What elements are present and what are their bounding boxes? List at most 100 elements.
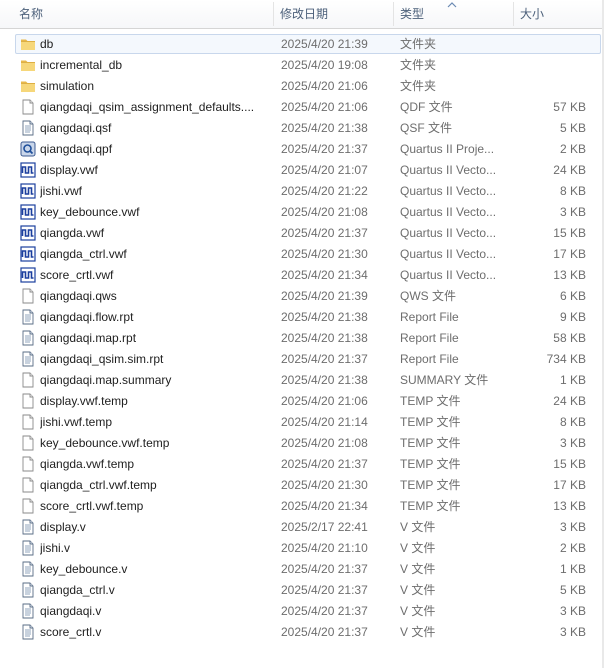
column-divider[interactable]	[513, 2, 514, 26]
column-divider[interactable]	[273, 2, 274, 26]
file-type: QWS 文件	[400, 289, 456, 303]
file-modified-date: 2025/4/20 21:37	[281, 352, 368, 366]
file-name: jishi.vwf	[40, 184, 83, 198]
file-name: qiangdaqi.qws	[40, 289, 117, 303]
file-size	[514, 76, 586, 97]
file-modified-date: 2025/4/20 21:38	[281, 331, 368, 345]
column-type-header[interactable]: 类型	[400, 0, 424, 28]
blank-file-icon	[20, 456, 36, 472]
file-size: 13 KB	[553, 268, 586, 282]
file-row[interactable]: incremental_db 2025/4/20 19:08 文件夹	[0, 55, 604, 76]
file-type: V 文件	[400, 541, 436, 555]
file-row[interactable]: simulation 2025/4/20 21:06 文件夹	[0, 76, 604, 97]
text-file-icon	[20, 309, 36, 325]
file-row[interactable]: jishi.vwf.temp 2025/4/20 21:14 TEMP 文件 8 KB	[0, 412, 604, 433]
file-name: qiangdaqi.qsf	[40, 121, 112, 135]
file-type: TEMP 文件	[400, 415, 461, 429]
file-name: score_crtl.v	[40, 625, 102, 639]
file-size	[514, 34, 586, 55]
file-size: 1 KB	[559, 373, 586, 387]
file-row[interactable]: qiangdaqi.qsf 2025/4/20 21:38 QSF 文件 5 KB	[0, 118, 604, 139]
file-row[interactable]: qiangdaqi_qsim_assignment_defaults.... 20…	[0, 97, 604, 118]
file-row[interactable]: qiangda_ctrl.v 2025/4/20 21:37 V 文件 5 KB	[0, 580, 604, 601]
file-type: TEMP 文件	[400, 436, 461, 450]
file-row[interactable]: jishi.v 2025/4/20 21:10 V 文件 2 KB	[0, 538, 604, 559]
file-row[interactable]: score_crtl.v 2025/4/20 21:37 V 文件 3 KB	[0, 622, 604, 643]
text-file-icon	[20, 351, 36, 367]
file-name: display.vwf.temp	[40, 394, 128, 408]
blank-file-icon	[20, 435, 36, 451]
file-size: 1 KB	[559, 562, 586, 576]
file-size: 24 KB	[553, 394, 586, 408]
file-row[interactable]: db 2025/4/20 21:39 文件夹	[0, 34, 604, 55]
file-name: qiangdaqi.qpf	[40, 142, 113, 156]
file-row[interactable]: qiangdaqi.map.rpt 2025/4/20 21:38 Report F…	[0, 328, 604, 349]
file-row[interactable]: qiangda_ctrl.vwf.temp 2025/4/20 21:30 TEMP…	[0, 475, 604, 496]
file-row[interactable]: qiangdaqi.qws 2025/4/20 21:39 QWS 文件 6 KB	[0, 286, 604, 307]
column-date-header[interactable]: 修改日期	[280, 0, 328, 28]
file-row[interactable]: qiangdaqi.v 2025/4/20 21:37 V 文件 3 KB	[0, 601, 604, 622]
file-size: 17 KB	[553, 247, 586, 261]
file-size: 3 KB	[559, 436, 586, 450]
file-size: 13 KB	[553, 499, 586, 513]
text-file-icon	[20, 582, 36, 598]
file-type: Quartus II Vecto...	[400, 247, 497, 261]
file-size: 2 KB	[559, 142, 586, 156]
file-size: 3 KB	[559, 520, 586, 534]
file-type: SUMMARY 文件	[400, 373, 489, 387]
file-type: Report File	[400, 331, 459, 345]
file-row[interactable]: display.vwf 2025/4/20 21:07 Quartus II Vec…	[0, 160, 604, 181]
file-type: Quartus II Vecto...	[400, 205, 497, 219]
file-size: 6 KB	[559, 289, 586, 303]
file-row[interactable]: qiangda_ctrl.vwf 2025/4/20 21:30 Quartus I…	[0, 244, 604, 265]
waveform-file-icon	[20, 246, 36, 262]
file-modified-date: 2025/4/20 21:06	[281, 100, 368, 114]
file-size: 3 KB	[559, 625, 586, 639]
file-type: 文件夹	[400, 37, 437, 51]
waveform-file-icon	[20, 204, 36, 220]
file-row[interactable]: key_debounce.vwf.temp 2025/4/20 21:08 TEMP…	[0, 433, 604, 454]
file-name: qiangdaqi.v	[40, 604, 102, 618]
text-file-icon	[20, 519, 36, 535]
file-type: 文件夹	[400, 79, 437, 93]
quartus-project-icon	[20, 141, 36, 157]
file-row[interactable]: key_debounce.vwf 2025/4/20 21:08 Quartus I…	[0, 202, 604, 223]
file-name: qiangdaqi.flow.rpt	[40, 310, 134, 324]
file-size: 8 KB	[559, 415, 586, 429]
file-type: QSF 文件	[400, 121, 453, 135]
folder-icon	[20, 57, 36, 73]
file-row[interactable]: qiangdaqi_qsim.sim.rpt 2025/4/20 21:37 Rep…	[0, 349, 604, 370]
file-row[interactable]: score_crtl.vwf.temp 2025/4/20 21:34 TEMP 文…	[0, 496, 604, 517]
file-row[interactable]: key_debounce.v 2025/4/20 21:37 V 文件 1 KB	[0, 559, 604, 580]
file-row[interactable]: score_crtl.vwf 2025/4/20 21:34 Quartus II …	[0, 265, 604, 286]
text-file-icon	[20, 540, 36, 556]
file-modified-date: 2025/4/20 21:08	[281, 205, 368, 219]
file-row[interactable]: display.vwf.temp 2025/4/20 21:06 TEMP 文件 24…	[0, 391, 604, 412]
column-divider[interactable]	[393, 2, 394, 26]
file-name: simulation	[40, 79, 95, 93]
file-row[interactable]: qiangdaqi.flow.rpt 2025/4/20 21:38 Report …	[0, 307, 604, 328]
file-row[interactable]: qiangdaqi.map.summary 2025/4/20 21:38 SUMM…	[0, 370, 604, 391]
file-row[interactable]: qiangda.vwf 2025/4/20 21:37 Quartus II Vec…	[0, 223, 604, 244]
column-size-header[interactable]: 大小	[520, 0, 544, 28]
file-modified-date: 2025/4/20 21:37	[281, 583, 368, 597]
file-type: Quartus II Proje...	[400, 142, 495, 156]
file-modified-date: 2025/4/20 21:38	[281, 121, 368, 135]
file-row[interactable]: jishi.vwf 2025/4/20 21:22 Quartus II Vecto…	[0, 181, 604, 202]
file-type: V 文件	[400, 625, 436, 639]
blank-file-icon	[20, 99, 36, 115]
file-modified-date: 2025/4/20 21:07	[281, 163, 368, 177]
folder-icon	[20, 36, 36, 52]
text-file-icon	[20, 330, 36, 346]
file-row[interactable]: display.v 2025/2/17 22:41 V 文件 3 KB	[0, 517, 604, 538]
folder-icon	[20, 78, 36, 94]
file-type: V 文件	[400, 583, 436, 597]
waveform-file-icon	[20, 162, 36, 178]
file-size: 8 KB	[559, 184, 586, 198]
column-name-header[interactable]: 名称	[19, 0, 43, 28]
file-row[interactable]: qiangda.vwf.temp 2025/4/20 21:37 TEMP 文件 15…	[0, 454, 604, 475]
file-name: incremental_db	[40, 58, 123, 72]
file-row[interactable]: qiangdaqi.qpf 2025/4/20 21:37 Quartus II P…	[0, 139, 604, 160]
file-size: 734 KB	[546, 352, 586, 366]
file-modified-date: 2025/4/20 21:37	[281, 226, 368, 240]
